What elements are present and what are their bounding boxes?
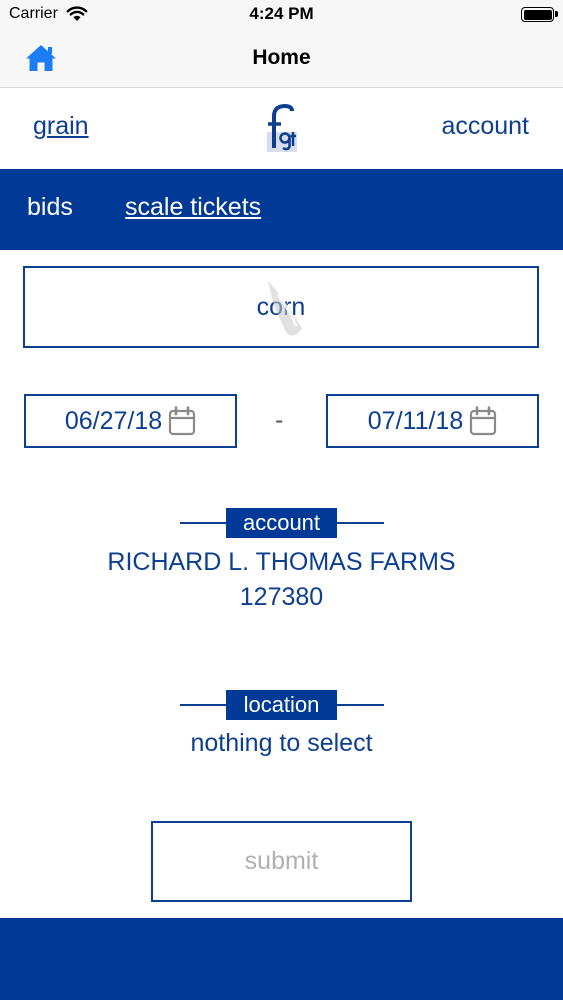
location-section-label: location xyxy=(180,690,384,720)
status-bar: Carrier 4:24 PM xyxy=(0,0,563,30)
calendar-icon xyxy=(169,406,196,436)
location-label-chip: location xyxy=(226,690,337,720)
status-time: 4:24 PM xyxy=(249,4,314,23)
account-number: 127380 xyxy=(239,583,324,611)
account-section-label: account xyxy=(180,508,384,538)
top-links-row: grain account xyxy=(0,88,563,169)
account-label-chip: account xyxy=(226,508,337,538)
submit-button[interactable]: submit xyxy=(151,821,412,902)
account-name: RICHARD L. THOMAS FARMS xyxy=(107,548,456,576)
footer-bar xyxy=(0,918,563,1000)
battery-tip xyxy=(555,11,558,17)
tab-bids[interactable]: bids xyxy=(27,193,73,222)
date-range-separator: - xyxy=(275,406,284,434)
commodity-select[interactable]: corn xyxy=(23,266,539,348)
tab-bar: bids scale tickets xyxy=(0,169,563,250)
end-date-value: 07/11/18 xyxy=(367,406,464,435)
navigation-bar: Home xyxy=(0,30,563,88)
commodity-value: corn xyxy=(256,292,306,321)
start-date-value: 06/27/18 xyxy=(64,406,163,435)
end-date-field[interactable]: 07/11/18 xyxy=(326,394,539,448)
location-select[interactable]: nothing to select xyxy=(0,729,563,758)
tab-scale-tickets[interactable]: scale tickets xyxy=(125,193,261,222)
fgt-logo xyxy=(267,104,297,152)
start-date-field[interactable]: 06/27/18 xyxy=(24,394,237,448)
account-link[interactable]: account xyxy=(441,112,529,141)
page-title: Home xyxy=(252,46,311,69)
grain-link[interactable]: grain xyxy=(33,112,89,141)
calendar-icon xyxy=(470,406,497,436)
battery-icon xyxy=(521,7,554,22)
